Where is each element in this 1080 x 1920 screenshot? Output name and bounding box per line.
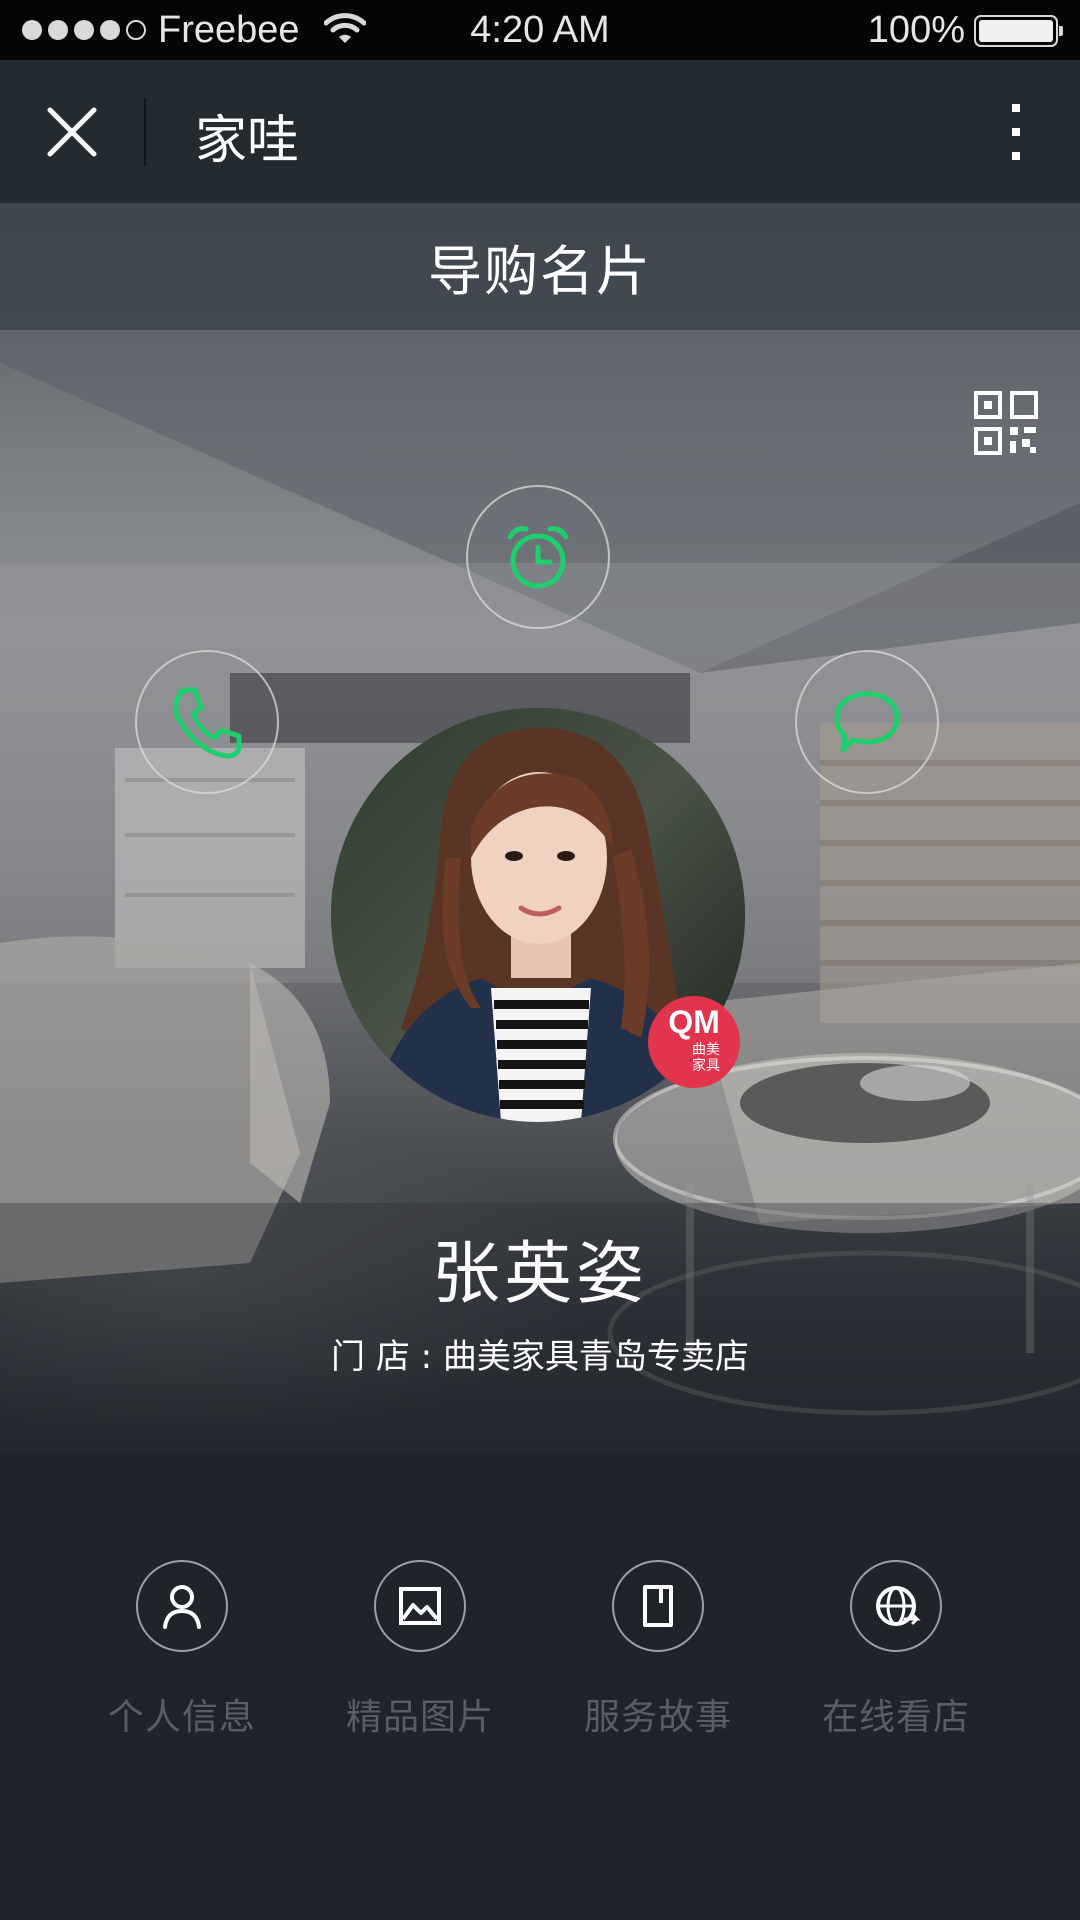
alarm-clock-icon bbox=[507, 526, 569, 589]
phone-icon bbox=[173, 687, 242, 759]
battery-percentage: 100% bbox=[867, 9, 965, 51]
menu-label: 在线看店 bbox=[821, 1697, 970, 1738]
nav-bar: 家哇 bbox=[0, 60, 1080, 203]
globe-icon bbox=[876, 1586, 921, 1626]
status-bar: Freebee 4:20 AM 100% bbox=[0, 0, 1080, 60]
bottom-menu: 个人信息 精品图片 服务故事 在线看店 bbox=[0, 1560, 1080, 1760]
reminder-button[interactable] bbox=[466, 485, 610, 629]
menu-label: 精品图片 bbox=[345, 1697, 494, 1738]
close-button[interactable] bbox=[40, 100, 104, 164]
qr-code-icon bbox=[974, 391, 1038, 455]
more-vertical-icon bbox=[1012, 104, 1020, 160]
menu-item-profile[interactable]: 个人信息 bbox=[62, 1560, 302, 1740]
menu-label: 服务故事 bbox=[583, 1697, 732, 1738]
menu-icon-ring bbox=[374, 1560, 466, 1652]
card-title-bar: 导购名片 bbox=[0, 203, 1080, 330]
store-info: 门 店 : 曲美家具青岛专卖店 bbox=[331, 1337, 749, 1377]
brand-badge-subtext: 曲美家具 bbox=[692, 1042, 720, 1074]
menu-label: 个人信息 bbox=[107, 1697, 256, 1738]
brand-badge: QM 曲美家具 bbox=[648, 996, 740, 1088]
menu-item-online-store[interactable]: 在线看店 bbox=[776, 1560, 1016, 1740]
business-card-hero: 导购名片 QM 曲美家具 张英姿 门 店: 曲美家具青岛专卖店 bbox=[0, 203, 1080, 1453]
nav-title: 家哇 bbox=[195, 111, 300, 171]
menu-icon-ring bbox=[850, 1560, 942, 1652]
nav-divider bbox=[144, 98, 146, 166]
menu-icon-ring bbox=[136, 1560, 228, 1652]
person-name: 张英姿 bbox=[431, 1235, 648, 1314]
screen: Freebee 4:20 AM 100% 家哇 导购名片 QM 曲美家具 张英姿… bbox=[0, 0, 1080, 1920]
menu-item-stories[interactable]: 服务故事 bbox=[538, 1560, 778, 1740]
image-icon bbox=[399, 1587, 441, 1625]
menu-icon-ring bbox=[612, 1560, 704, 1652]
card-title: 导购名片 bbox=[428, 240, 652, 303]
call-button[interactable] bbox=[135, 650, 279, 794]
more-menu-button[interactable] bbox=[986, 96, 1046, 168]
close-icon bbox=[47, 107, 97, 157]
book-icon bbox=[643, 1585, 673, 1627]
chat-bubble-icon bbox=[834, 691, 900, 753]
qr-code-button[interactable] bbox=[974, 391, 1038, 455]
person-icon bbox=[163, 1585, 201, 1629]
brand-badge-text: QM bbox=[668, 1004, 720, 1040]
battery-icon bbox=[974, 15, 1063, 47]
message-button[interactable] bbox=[795, 650, 939, 794]
menu-item-gallery[interactable]: 精品图片 bbox=[300, 1560, 540, 1740]
